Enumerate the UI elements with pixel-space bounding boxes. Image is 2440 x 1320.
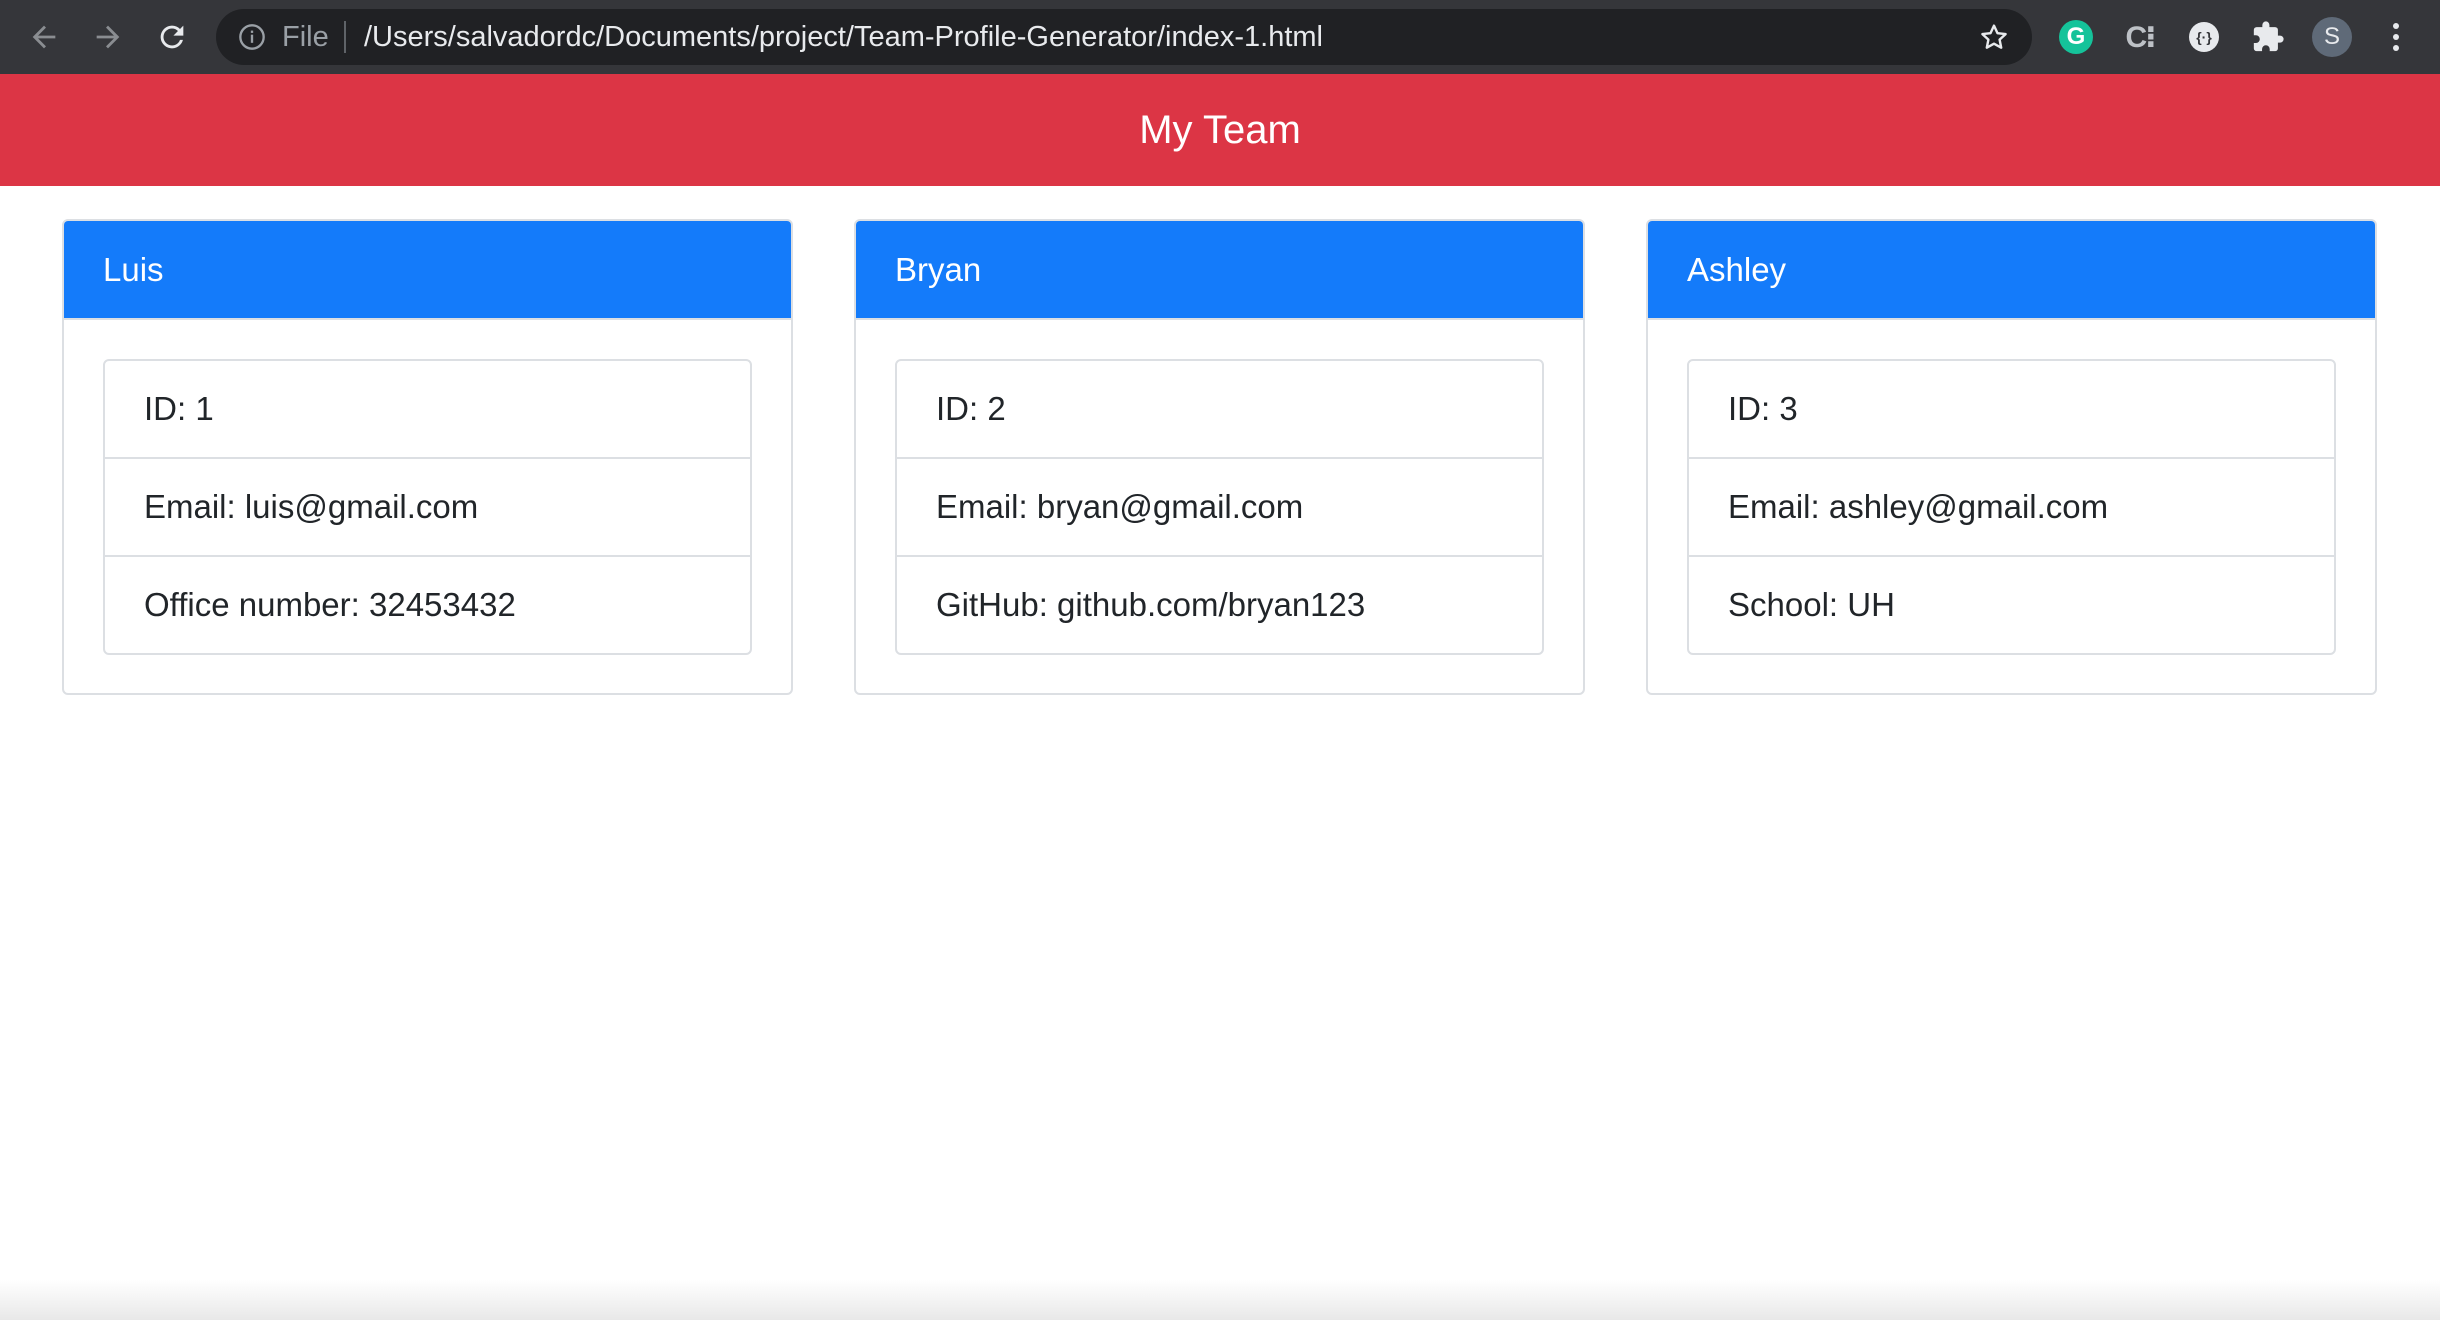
list-item-office-number: Office number: 32453432	[144, 586, 516, 623]
star-icon[interactable]	[1978, 21, 2010, 53]
employee-card: Ashley ID: 3 Email: ashley@gmail.com Sch…	[1646, 219, 2377, 695]
page-header: My Team	[0, 74, 2440, 186]
list-item-email: Email: ashley@gmail.com	[1689, 459, 2334, 557]
browser-toolbar: File /Users/salvadordc/Documents/project…	[0, 0, 2440, 74]
list-item-email: Email: luis@gmail.com	[105, 459, 750, 557]
extension-c[interactable]: C⁝	[2120, 17, 2160, 57]
page-title: My Team	[1139, 107, 1301, 152]
profile-button[interactable]: S	[2312, 17, 2352, 57]
avatar: S	[2312, 17, 2352, 57]
employee-card: Bryan ID: 2 Email: bryan@gmail.com GitHu…	[854, 219, 1585, 695]
back-button[interactable]	[18, 11, 70, 63]
forward-icon	[96, 25, 120, 49]
card-body: ID: 2 Email: bryan@gmail.com GitHub: git…	[856, 320, 1583, 655]
grammarly-icon: G	[2059, 20, 2093, 54]
info-list: ID: 3 Email: ashley@gmail.com School: UH	[1687, 359, 2336, 655]
reload-icon	[160, 25, 184, 49]
card-header: Bryan	[856, 221, 1583, 320]
window-bottom-edge	[0, 1280, 2440, 1320]
back-icon	[32, 25, 56, 49]
card-body: ID: 3 Email: ashley@gmail.com School: UH	[1648, 320, 2375, 655]
info-icon[interactable]	[238, 23, 266, 51]
info-list: ID: 2 Email: bryan@gmail.com GitHub: git…	[895, 359, 1544, 655]
info-list: ID: 1 Email: luis@gmail.com Office numbe…	[103, 359, 752, 655]
grammarly-extension[interactable]: G	[2056, 17, 2096, 57]
extension-c-icon: C⁝	[2125, 20, 2156, 54]
forward-button[interactable]	[82, 11, 134, 63]
menu-icon[interactable]	[2376, 17, 2416, 57]
extension-circle[interactable]: {·}	[2184, 17, 2224, 57]
list-item-school: School: UH	[1728, 586, 1895, 623]
list-item-email: Email: bryan@gmail.com	[897, 459, 1542, 557]
list-item-id: ID: 1	[105, 361, 750, 459]
address-bar[interactable]: File /Users/salvadordc/Documents/project…	[216, 9, 2032, 65]
list-item-id: ID: 3	[1689, 361, 2334, 459]
address-divider	[344, 21, 346, 53]
extension-circle-icon: {·}	[2189, 22, 2219, 52]
extensions-button[interactable]	[2248, 17, 2288, 57]
card-body: ID: 1 Email: luis@gmail.com Office numbe…	[64, 320, 791, 655]
employee-card: Luis ID: 1 Email: luis@gmail.com Office …	[62, 219, 793, 695]
card-header: Luis	[64, 221, 791, 320]
list-item-github: GitHub: github.com/bryan123	[936, 586, 1366, 623]
puzzle-icon	[2253, 21, 2284, 52]
reload-button[interactable]	[146, 11, 198, 63]
list-item-id: ID: 2	[897, 361, 1542, 459]
card-header: Ashley	[1648, 221, 2375, 320]
scheme-label: File	[282, 21, 329, 53]
url-text[interactable]: /Users/salvadordc/Documents/project/Team…	[364, 9, 1323, 65]
